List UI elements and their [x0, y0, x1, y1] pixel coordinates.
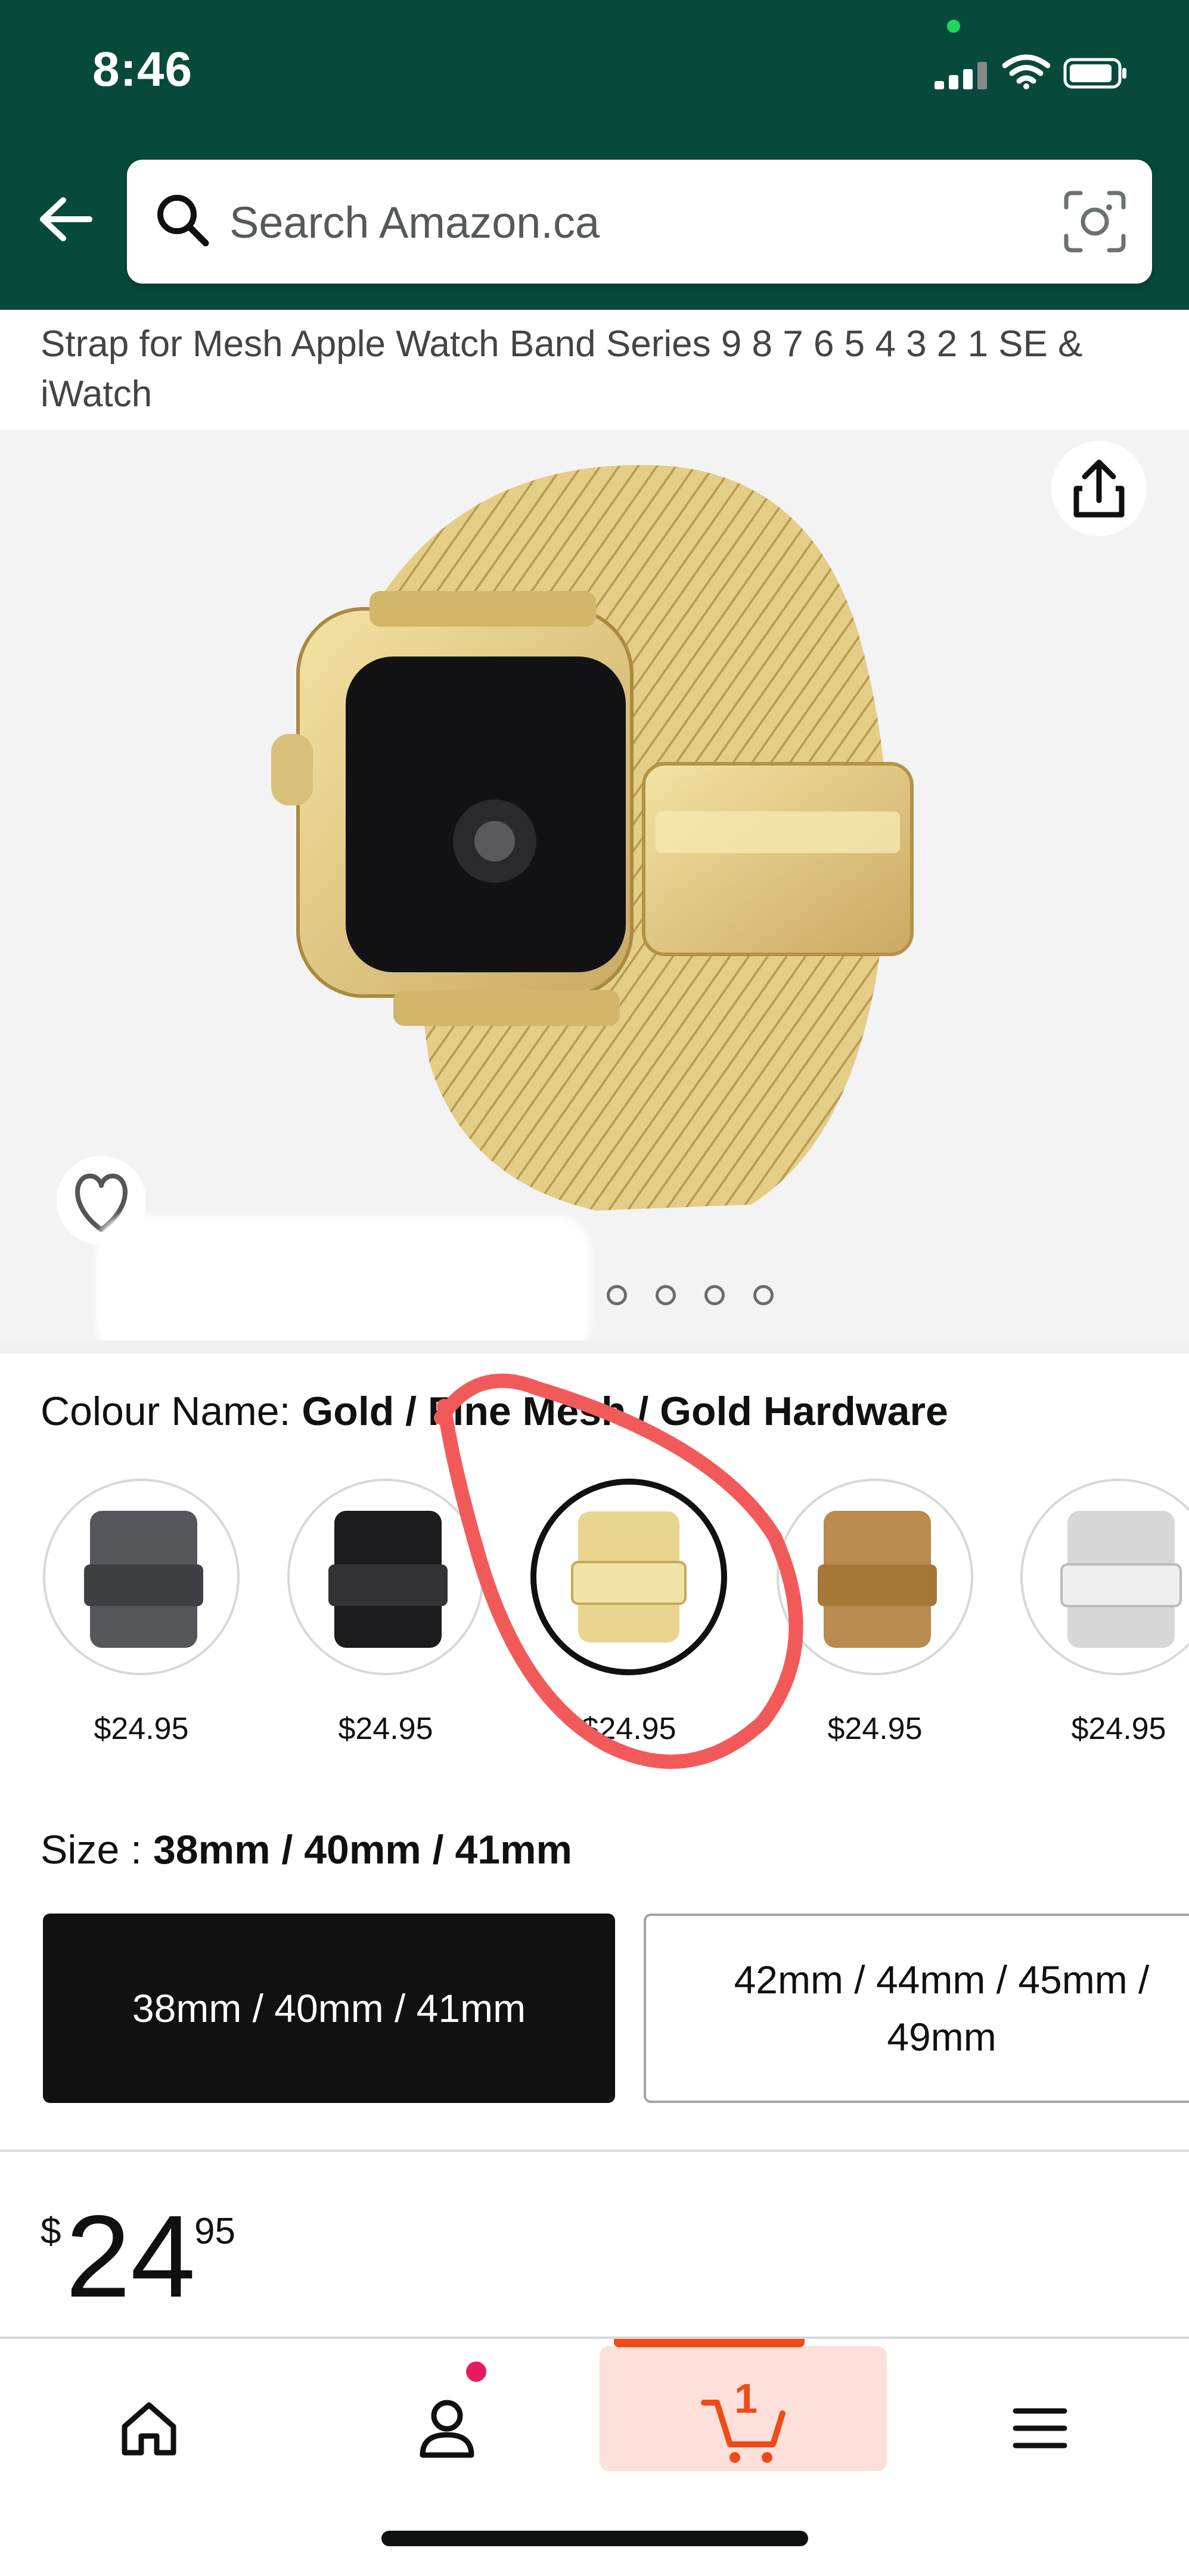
nav-cart[interactable]	[601, 2339, 887, 2518]
redacted-region	[95, 1215, 590, 1358]
carousel-dot[interactable]	[704, 1285, 725, 1305]
swatch-price: $24.95	[827, 1712, 923, 1746]
colour-selected-value: Gold / Fine Mesh / Gold Hardware	[302, 1389, 948, 1434]
colour-swatch-5[interactable]	[1020, 1479, 1189, 1675]
nav-menu[interactable]	[897, 2339, 1183, 2518]
price-symbol: $	[41, 2211, 61, 2252]
swatch-price: $24.95	[94, 1712, 189, 1746]
colour-swatch-3-selected[interactable]	[530, 1479, 727, 1675]
colour-label: Colour Name:	[41, 1389, 302, 1434]
size-option-42-44-45-49[interactable]: 42mm / 44mm / 45mm / 49mm	[644, 1914, 1189, 2103]
band-thumbnail	[571, 1511, 687, 1642]
user-icon	[420, 2400, 474, 2458]
colour-swatch-4[interactable]	[777, 1479, 973, 1675]
band-thumbnail	[1060, 1511, 1182, 1648]
share-button[interactable]	[1051, 441, 1147, 536]
product-image[interactable]	[0, 430, 1189, 1345]
image-carousel-dots[interactable]	[607, 1285, 802, 1312]
band-thumbnail	[818, 1511, 937, 1648]
size-label: Size :	[41, 1827, 153, 1872]
swatch-price: $24.95	[338, 1712, 433, 1746]
cart-count: 1	[734, 2375, 758, 2422]
header-bar: 8:46	[0, 0, 1189, 310]
search-icon	[157, 195, 209, 247]
section-divider	[0, 1340, 1189, 1354]
swatch-price: $24.95	[1071, 1712, 1166, 1746]
carousel-dot[interactable]	[607, 1285, 627, 1305]
size-label-row: Size : 38mm / 40mm / 41mm	[41, 1827, 572, 1873]
signal-icon	[935, 60, 994, 89]
nav-account[interactable]	[304, 2339, 590, 2518]
colour-label-row: Colour Name: Gold / Fine Mesh / Gold Har…	[41, 1388, 948, 1435]
colour-swatch-1[interactable]	[43, 1479, 240, 1675]
carousel-dot[interactable]	[656, 1285, 676, 1305]
menu-icon	[1013, 2408, 1067, 2449]
nav-home[interactable]	[6, 2339, 292, 2518]
size-selected-value: 38mm / 40mm / 41mm	[153, 1827, 573, 1872]
colour-swatch-2[interactable]	[287, 1479, 484, 1675]
product-title[interactable]: Strap for Mesh Apple Watch Band Series 9…	[41, 319, 1161, 419]
carousel-dot[interactable]	[753, 1285, 774, 1305]
price-fraction: 95	[194, 2211, 235, 2252]
price-whole: 24	[66, 2191, 196, 2322]
back-arrow-icon[interactable]	[36, 189, 95, 249]
section-divider	[0, 2149, 1189, 2152]
search-input[interactable]	[228, 183, 994, 261]
privacy-indicator	[947, 20, 960, 33]
swatch-price: $24.95	[581, 1712, 676, 1746]
watch-band-image	[271, 465, 914, 1211]
band-thumbnail	[328, 1511, 448, 1648]
size-option-label: 42mm / 44mm / 45mm / 49mm	[734, 1958, 1150, 2059]
home-indicator	[381, 2531, 808, 2546]
size-option-38-40-41[interactable]: 38mm / 40mm / 41mm	[43, 1914, 615, 2103]
wifi-icon	[1002, 54, 1050, 89]
camera-scan-icon[interactable]	[1060, 187, 1129, 256]
share-icon	[1073, 459, 1125, 518]
status-time: 8:46	[92, 42, 193, 97]
battery-icon	[1063, 58, 1126, 89]
band-thumbnail	[84, 1511, 203, 1648]
notification-badge	[466, 2362, 486, 2382]
home-icon	[122, 2402, 176, 2456]
search-bar[interactable]	[127, 160, 1152, 284]
